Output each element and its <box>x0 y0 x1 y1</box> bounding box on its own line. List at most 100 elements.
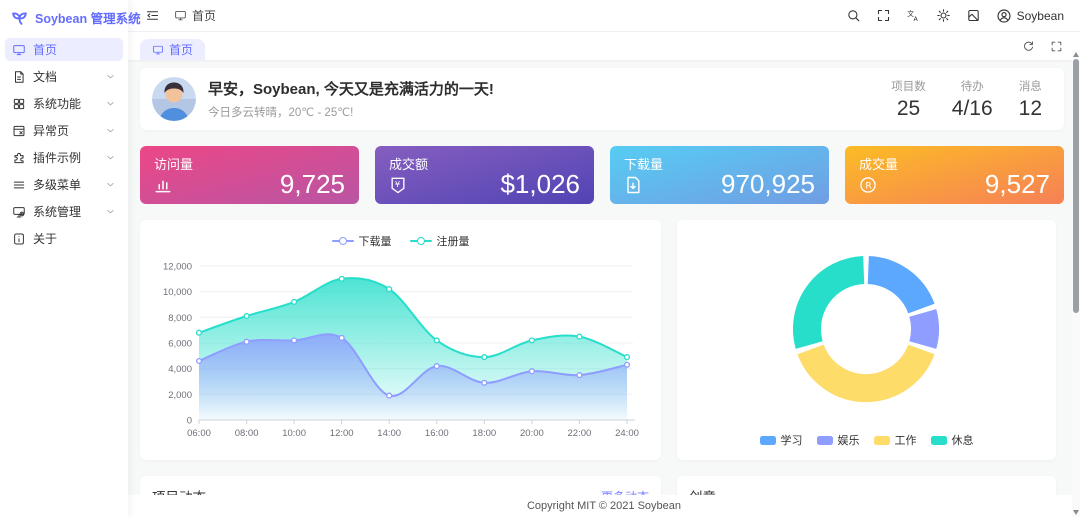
theme-drawer-button[interactable] <box>962 4 986 28</box>
tab-bar: 首页 <box>128 32 1080 60</box>
info-icon <box>14 233 24 244</box>
sidebar-item-label: 插件示例 <box>33 151 82 165</box>
stat-value: 12 <box>1018 96 1042 120</box>
refresh-button[interactable] <box>1016 34 1040 58</box>
greeting-subtitle: 今日多云转晴，20℃ - 25℃! <box>208 107 354 119</box>
legend-label: 学习 <box>780 435 803 447</box>
legend-item[interactable]: 娱乐 <box>816 432 860 448</box>
legend-item[interactable]: 休息 <box>930 432 974 448</box>
scrollbar-thumb[interactable] <box>1073 59 1079 313</box>
sidebar-item-docs[interactable]: 文档 <box>5 65 123 88</box>
trademark-icon: R <box>858 175 878 195</box>
file-download-icon <box>623 175 643 195</box>
legend-label: 工作 <box>894 435 917 447</box>
refresh-icon <box>1023 40 1033 51</box>
stat-card-turnover: 成交额 ¥ $1,026 <box>375 146 594 204</box>
header: 首页 文A Soybean <box>128 0 1080 32</box>
legend-item[interactable]: 工作 <box>873 432 917 448</box>
page-content: 早安，Soybean, 今天又是充满活力的一天! 今日多云转晴，20℃ - 25… <box>128 60 1080 495</box>
grid-icon <box>13 98 25 109</box>
main-area: 首页 文A Soybean 首页 早安，Soybean, 今天又是充满活力的一天… <box>128 0 1080 517</box>
sidebar-item-label: 文档 <box>33 70 58 84</box>
fullscreen-icon <box>878 9 890 22</box>
stat-label: 待办 <box>960 80 984 93</box>
system-settings-icon <box>13 206 25 217</box>
money-badge-icon: ¥ <box>388 175 408 195</box>
sidebar-item-multi-menu[interactable]: 多级菜单 <box>5 173 123 196</box>
search-icon <box>848 10 860 22</box>
sidebar-item-plugins[interactable]: 插件示例 <box>5 146 123 169</box>
svg-text:0: 0 <box>187 416 192 427</box>
project-news-card: 项目动态 更多动态 <box>140 476 661 495</box>
greeting-title: 早安，Soybean, 今天又是充满活力的一天! <box>208 81 494 98</box>
soybean-logo-icon <box>12 12 27 25</box>
sidebar-item-about[interactable]: 关于 <box>5 227 123 250</box>
legend-item[interactable]: 注册量 <box>409 233 470 249</box>
stat-messages: 消息 12 <box>1019 78 1042 121</box>
scrollbar <box>1072 50 1080 517</box>
sidebar-item-exception[interactable]: 异常页 <box>5 119 123 142</box>
exception-window-icon <box>13 125 25 136</box>
greeting-text: 早安，Soybean, 今天又是充满活力的一天! 今日多云转晴，20℃ - 25… <box>208 78 879 120</box>
stat-label: 消息 <box>1018 80 1042 93</box>
scroll-up-arrow[interactable] <box>1073 52 1079 57</box>
monitor-icon <box>175 10 186 21</box>
sidebar-item-label: 多级菜单 <box>33 178 82 192</box>
scroll-down-arrow[interactable] <box>1073 510 1079 515</box>
project-news-title: 项目动态 <box>152 486 206 495</box>
tab-home[interactable]: 首页 <box>140 39 206 60</box>
sidebar-collapse-button[interactable] <box>140 4 164 28</box>
sidebar-item-label: 首页 <box>33 43 58 57</box>
svg-text:16:00: 16:00 <box>425 428 449 439</box>
fullscreen-icon <box>1051 41 1061 51</box>
language-button[interactable]: 文A <box>902 4 926 28</box>
fullscreen-button[interactable] <box>872 4 896 28</box>
stat-value: 25 <box>896 96 921 120</box>
svg-text:10,000: 10,000 <box>163 287 192 298</box>
sidebar-item-home[interactable]: 首页 <box>5 38 123 61</box>
legend-item[interactable]: 学习 <box>759 432 803 448</box>
donut-chart <box>793 256 940 403</box>
sidebar-item-label: 异常页 <box>33 124 70 138</box>
search-button[interactable] <box>842 4 866 28</box>
legend-item[interactable]: 下载量 <box>331 233 392 249</box>
charts-row: 下载量 注册量 0 2,000 4,000 6,000 8,000 10,000 12,000… <box>140 220 1064 460</box>
menu-lines-icon <box>13 181 25 188</box>
svg-text:2,000: 2,000 <box>168 390 192 401</box>
header-actions: 文A Soybean <box>842 4 1068 28</box>
pie-chart-legend: 学习 娱乐 工作 休息 <box>689 430 1044 450</box>
stat-card-downloads: 下载量 970,925 <box>610 146 829 204</box>
breadcrumb[interactable]: 首页 <box>174 7 216 24</box>
sidebar-item-label: 系统管理 <box>33 205 82 219</box>
avatar-icon <box>997 8 1011 23</box>
more-news-link[interactable]: 更多动态 <box>601 488 649 496</box>
stat-cards-row: 访问量 9,725 成交额 ¥ $1,026 下载量 970,925 成交量 R… <box>140 146 1064 204</box>
bar-chart-icon <box>153 175 173 195</box>
content-fullscreen-button[interactable] <box>1044 34 1068 58</box>
translate-icon: 文A <box>907 9 918 23</box>
chevron-down-icon <box>107 155 114 160</box>
tabbar-actions <box>1016 34 1068 58</box>
svg-text:20:00: 20:00 <box>520 428 544 439</box>
svg-text:22:00: 22:00 <box>568 428 592 439</box>
area-line-chart: 0 2,000 4,000 6,000 8,000 10,000 12,000 06:00 08… <box>163 262 639 440</box>
pie-chart-card: 学习 娱乐 工作 休息 <box>677 220 1056 460</box>
sidebar-item-system-admin[interactable]: 系统管理 <box>5 200 123 223</box>
app-title: Soybean 管理系统 <box>35 11 141 26</box>
legend-label: 娱乐 <box>837 435 860 447</box>
theme-mode-button[interactable] <box>932 4 956 28</box>
legend-label: 下载量 <box>358 236 392 248</box>
app-logo[interactable]: Soybean 管理系统 <box>0 0 141 34</box>
user-menu[interactable]: Soybean <box>992 8 1068 24</box>
stat-card-deals: 成交量 R 9,527 <box>845 146 1064 204</box>
sidebar-item-label: 关于 <box>33 232 58 246</box>
sidebar-item-functions[interactable]: 系统功能 <box>5 92 123 115</box>
legend-marker <box>331 237 354 245</box>
legend-swatch <box>759 435 776 445</box>
sidebar-item-label: 系统功能 <box>33 97 82 111</box>
stat-card-value: 9,725 <box>279 169 345 199</box>
svg-text:18:00: 18:00 <box>472 428 496 439</box>
menu-fold-icon <box>146 11 158 20</box>
stat-card-value: 970,925 <box>721 169 815 199</box>
svg-text:¥: ¥ <box>395 179 400 189</box>
